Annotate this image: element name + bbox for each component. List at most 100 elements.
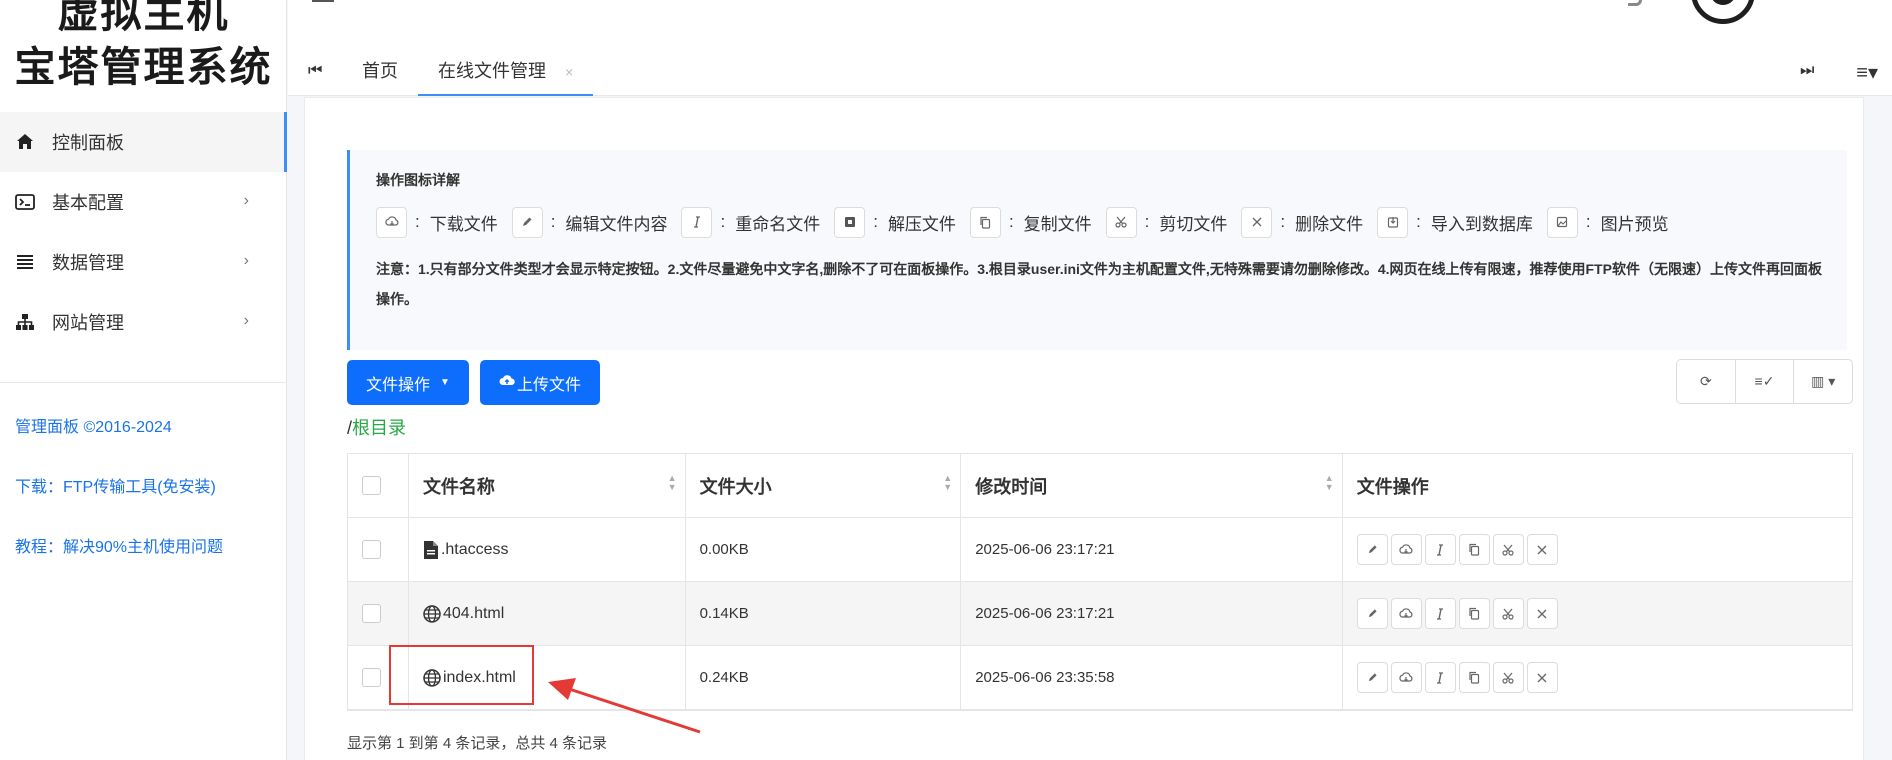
- column-label: 文件名称: [422, 476, 495, 497]
- tab-scroll-left-icon[interactable]: ⏮: [308, 62, 322, 80]
- chevron-right-icon: ›: [243, 192, 249, 209]
- legend-label: 复制文件: [1023, 214, 1092, 234]
- delete-icon[interactable]: [1526, 662, 1558, 693]
- legend-label: 解压文件: [887, 214, 956, 234]
- brand-title-line2: 宝塔管理系统: [14, 43, 273, 91]
- rename-icon[interactable]: [1424, 598, 1456, 629]
- rename-icon[interactable]: [1424, 662, 1456, 693]
- file-size: 0.14KB: [685, 582, 962, 646]
- file-ops-cell: [1342, 646, 1853, 710]
- rename-icon[interactable]: [1424, 534, 1456, 565]
- table-row: 404.html 0.14KB 2025-06-06 23:17:21: [348, 582, 1853, 646]
- sidebar-item-basic-config[interactable]: 基本配置 ›: [0, 172, 287, 232]
- cloud-download-icon: [376, 206, 407, 238]
- column-header-name[interactable]: 文件名称 ▲ ▼: [408, 454, 686, 518]
- tutorial-link[interactable]: 教程：解决90%主机使用问题: [15, 535, 223, 595]
- sitemap-icon: [14, 311, 36, 333]
- sort-icon: ▲ ▼: [667, 473, 677, 492]
- delete-icon[interactable]: [1526, 598, 1558, 629]
- cursor-icon: [681, 206, 713, 238]
- upload-label: 上传文件: [516, 376, 581, 394]
- notification-icon[interactable]: [1628, 0, 1642, 6]
- file-ops-cell: [1342, 582, 1853, 646]
- file-ops-cell: [1342, 518, 1853, 582]
- scissors-icon[interactable]: [1492, 598, 1524, 629]
- close-icon: [1241, 206, 1273, 238]
- sidebar-links: 管理面板 ©2016-2024 下载：FTP传输工具(免安装) 教程：解决90%…: [15, 415, 223, 595]
- row-checkbox[interactable]: [362, 668, 381, 687]
- scissors-icon: [1105, 206, 1137, 238]
- chevron-right-icon: ›: [243, 312, 249, 329]
- download-icon[interactable]: [1390, 598, 1422, 629]
- column-label: 文件大小: [699, 476, 772, 497]
- file-ops-dropdown-button[interactable]: 文件操作 ▼: [347, 360, 469, 405]
- edit-icon[interactable]: [1356, 662, 1388, 693]
- cloud-upload-icon: [499, 374, 515, 392]
- row-select-cell: [348, 582, 409, 646]
- edit-icon[interactable]: [1356, 598, 1388, 629]
- file-size: 0.00KB: [685, 518, 962, 582]
- toggle-view-icon[interactable]: ≡✓: [1736, 360, 1795, 403]
- legend-label: 图片预览: [1600, 214, 1669, 234]
- column-label: 修改时间: [975, 476, 1048, 497]
- upload-file-button[interactable]: 上传文件: [480, 360, 600, 405]
- breadcrumb-root-link[interactable]: 根目录: [352, 418, 406, 438]
- refresh-icon[interactable]: ⟳: [1677, 360, 1736, 403]
- breadcrumb: /根目录: [347, 414, 406, 440]
- scissors-icon[interactable]: [1492, 662, 1524, 693]
- notice-text: 注意：1.只有部分文件类型才会显示特定按钮。2.文件尽量避免中文字名,删除不了可…: [376, 261, 1822, 307]
- sidebar: 虚拟主机 宝塔管理系统 控制面板 基本配置 › 数据管理 › 网站管理 › 管理…: [0, 0, 287, 760]
- image-icon: [1546, 206, 1578, 238]
- column-header-time[interactable]: 修改时间 ▲ ▼: [961, 454, 1343, 518]
- tab-file-manager[interactable]: 在线文件管理 ×: [418, 48, 594, 96]
- copy-icon: [969, 206, 1001, 238]
- select-all-checkbox[interactable]: [362, 476, 381, 495]
- ftp-download-link[interactable]: 下载：FTP传输工具(免安装): [15, 475, 223, 535]
- copyright-link[interactable]: 管理面板 ©2016-2024: [15, 415, 223, 475]
- tab-menu-icon[interactable]: ≡▾: [1856, 60, 1878, 85]
- delete-icon[interactable]: [1526, 534, 1558, 565]
- edit-icon[interactable]: [1356, 534, 1388, 565]
- avatar[interactable]: [1691, 0, 1755, 24]
- sidebar-item-dashboard[interactable]: 控制面板: [0, 112, 287, 172]
- tab-home[interactable]: 首页: [362, 48, 398, 96]
- column-header-size[interactable]: 文件大小 ▲ ▼: [685, 454, 962, 518]
- list-icon: [14, 251, 36, 273]
- file-name-cell: 404.html: [408, 582, 686, 646]
- columns-icon[interactable]: ▥ ▾: [1794, 360, 1852, 403]
- row-checkbox[interactable]: [362, 540, 381, 559]
- column-header-ops: 文件操作: [1342, 454, 1853, 518]
- row-checkbox[interactable]: [362, 604, 381, 623]
- download-icon[interactable]: [1390, 534, 1422, 565]
- sidebar-menu: 控制面板 基本配置 › 数据管理 › 网站管理 ›: [0, 112, 287, 352]
- close-icon[interactable]: ×: [565, 64, 573, 80]
- sidebar-item-label: 数据管理: [52, 253, 124, 273]
- caret-down-icon: ▼: [440, 377, 450, 388]
- menu-toggle-icon[interactable]: [312, 0, 334, 2]
- tab-label: 在线文件管理: [438, 61, 546, 81]
- globe-icon: [423, 604, 441, 623]
- download-icon[interactable]: [1390, 662, 1422, 693]
- file-name[interactable]: .htaccess: [441, 541, 509, 559]
- sidebar-item-data-management[interactable]: 数据管理 ›: [0, 232, 287, 292]
- copy-icon[interactable]: [1458, 534, 1490, 565]
- annotation-arrow: [548, 678, 701, 734]
- chevron-right-icon: ›: [243, 252, 249, 269]
- app-root: 虚拟主机 宝塔管理系统 控制面板 基本配置 › 数据管理 › 网站管理 › 管理…: [0, 0, 1892, 760]
- pencil-icon: [511, 206, 543, 238]
- legend-label: 导入到数据库: [1430, 214, 1533, 234]
- icon-legend: : 下载文件 : 编辑文件内容 : 重命名文件 : 解压文件 : 复制文件 : 剪切文件 :…: [376, 204, 1827, 240]
- tab-scroll-right-icon[interactable]: ⏭: [1800, 62, 1814, 80]
- legend-label: 重命名文件: [735, 214, 821, 234]
- import-icon: [1377, 206, 1409, 238]
- copy-icon[interactable]: [1458, 598, 1490, 629]
- legend-label: 删除文件: [1295, 214, 1364, 234]
- sidebar-item-site-management[interactable]: 网站管理 ›: [0, 292, 287, 352]
- copy-icon[interactable]: [1458, 662, 1490, 693]
- scissors-icon[interactable]: [1492, 534, 1524, 565]
- file-modified: 2025-06-06 23:17:21: [961, 518, 1343, 582]
- sort-icon: ▲ ▼: [943, 473, 953, 492]
- info-panel: 操作图标详解 : 下载文件 : 编辑文件内容 : 重命名文件 : 解压文件 : 复制文件 …: [347, 150, 1847, 350]
- file-name[interactable]: 404.html: [443, 605, 504, 623]
- brand-logo: 虚拟主机 宝塔管理系统: [0, 0, 287, 94]
